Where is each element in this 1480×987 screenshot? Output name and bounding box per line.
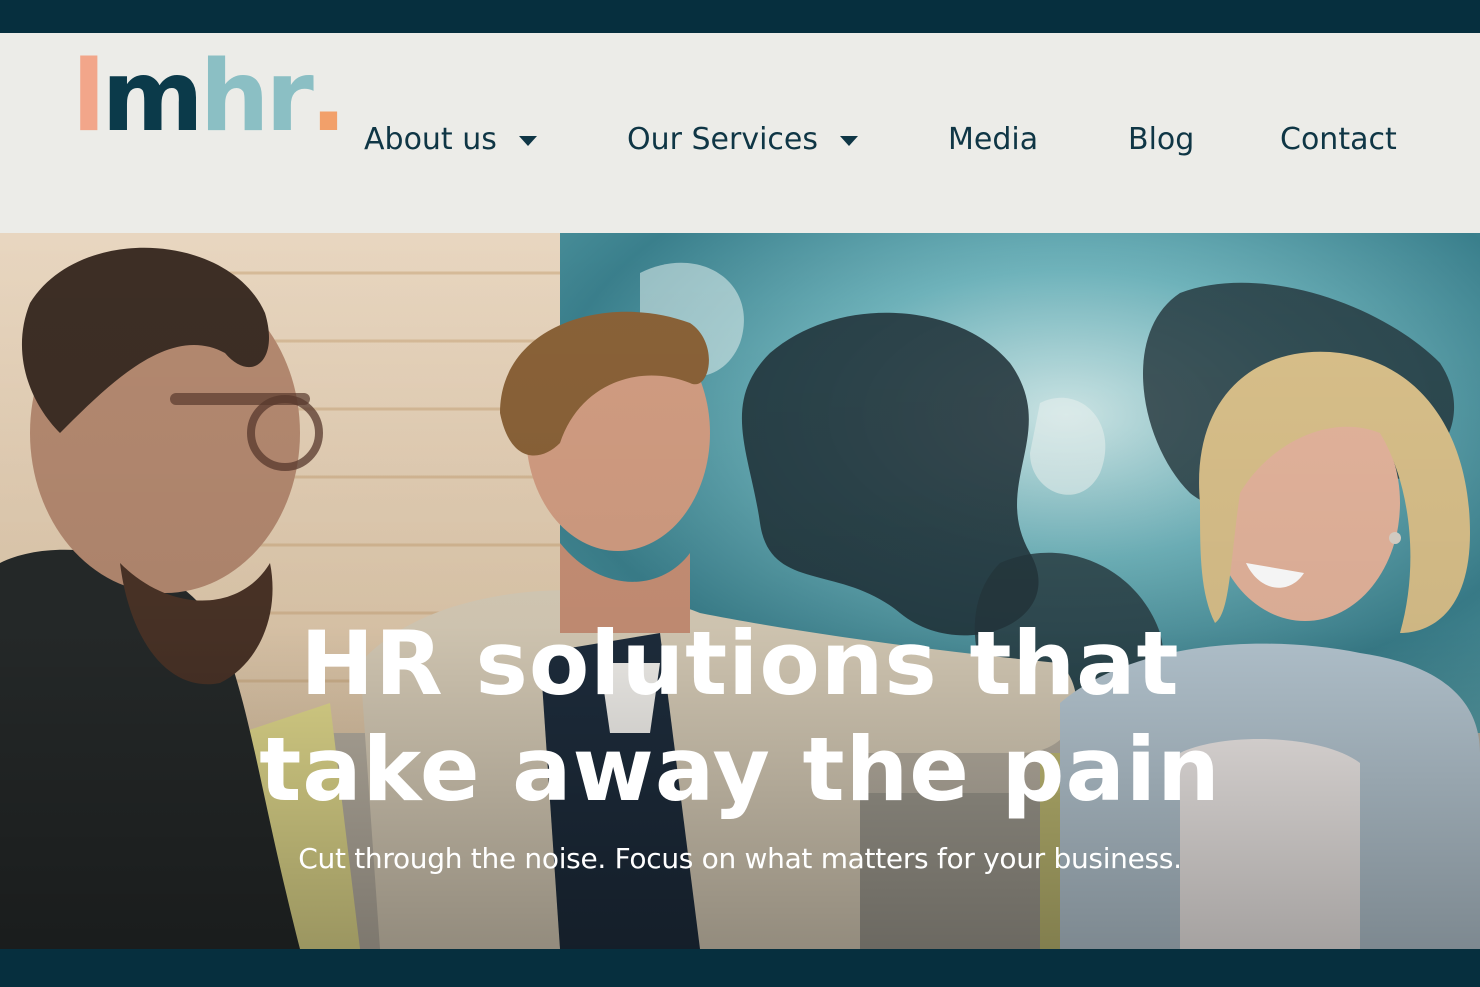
nav-item-media[interactable]: Media [948, 119, 1038, 159]
chevron-down-icon [840, 135, 859, 146]
nav-label-media: Media [948, 121, 1039, 157]
hero-subtitle: Cut through the noise. Focus on what mat… [298, 842, 1182, 875]
top-bar [0, 0, 1480, 33]
nav-label-contact: Contact [1280, 121, 1397, 157]
nav-label-about-us: About us [364, 121, 497, 157]
nav-item-our-services[interactable]: Our Services [627, 119, 859, 159]
hero-title-line-2: take away the pain [259, 718, 1221, 821]
nav-label-blog: Blog [1128, 121, 1195, 157]
hero-section: HR solutions that take away the pain Cut… [0, 233, 1480, 949]
nav-item-blog[interactable]: Blog [1128, 119, 1194, 159]
hero-title: HR solutions that take away the pain [0, 611, 1480, 823]
nav-item-contact[interactable]: Contact [1280, 119, 1397, 159]
nav-label-our-services: Our Services [627, 121, 819, 157]
chevron-down-icon [518, 135, 537, 146]
hero-title-line-1: HR solutions that [300, 612, 1180, 715]
nav-item-about-us[interactable]: About us [364, 119, 537, 159]
main-nav: About us Our Services Media Blog Contact [0, 33, 1480, 233]
bottom-bar [0, 949, 1480, 987]
